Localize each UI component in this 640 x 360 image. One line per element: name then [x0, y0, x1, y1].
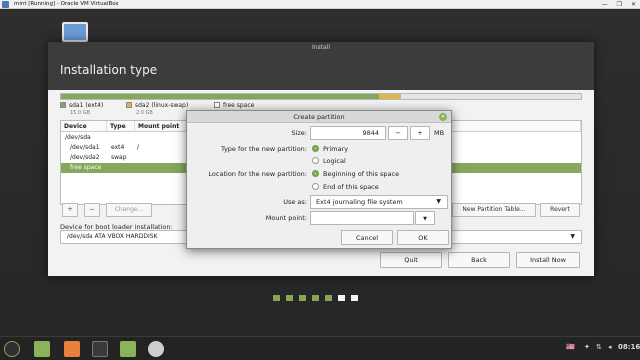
back-button[interactable]: Back [448, 252, 510, 268]
row-device: /dev/sda2 [70, 154, 100, 161]
mount-point-dropdown-button[interactable]: ▼ [415, 211, 435, 225]
legend-size-sda1: 15.0 GB [70, 110, 91, 116]
show-desktop-icon[interactable] [34, 341, 50, 357]
partition-type-label: Type for the new partition: [220, 145, 307, 153]
volume-icon[interactable]: ◂ [608, 343, 612, 351]
radio-unselected-icon [312, 183, 319, 190]
column-header-device[interactable]: Device [61, 121, 107, 132]
firefox-icon[interactable] [64, 341, 80, 357]
disc-icon[interactable] [148, 341, 164, 357]
column-header-type[interactable]: Type [107, 121, 135, 132]
accessibility-icon[interactable]: ✦ [584, 343, 590, 351]
use-as-label: Use as: [283, 198, 307, 206]
install-progress-dots [273, 295, 358, 301]
location-beginning-radio[interactable]: Beginning of this space [312, 170, 399, 178]
maximize-icon[interactable]: ❐ [617, 0, 622, 9]
size-increment-button[interactable]: + [410, 126, 430, 140]
host-window-controls: — ❐ ✕ [602, 0, 636, 9]
install-now-button[interactable]: Install Now [516, 252, 580, 268]
row-device: /dev/sda1 [70, 144, 100, 151]
page-title: Installation type [48, 54, 594, 90]
legend-swatch-free [214, 102, 220, 108]
taskbar: 🇺🇸 ✦ ⇅ ◂ 08:16 [0, 336, 640, 360]
row-type: ext4 [111, 144, 125, 151]
progress-dot-complete [299, 295, 306, 301]
legend-size-sda2: 2.0 GB [136, 110, 153, 116]
legend-swatch-sda2 [126, 102, 132, 108]
dialog-close-icon[interactable]: ✕ [439, 113, 447, 121]
host-titlebar: mint [Running] - Oracle VM VirtualBox — … [0, 0, 640, 9]
legend-swatch-sda1 [60, 102, 66, 108]
size-input[interactable]: 9844 [310, 126, 386, 140]
legend-item-sda1: sda1 (ext4) [60, 102, 103, 109]
progress-dot-complete [286, 295, 293, 301]
host-window-title: mint [Running] - Oracle VM VirtualBox [14, 1, 119, 7]
row-device: free space [70, 164, 102, 171]
terminal-icon[interactable] [92, 341, 108, 357]
partition-bar [60, 93, 582, 100]
partition-location-label: Location for the new partition: [208, 170, 307, 178]
size-unit: MB [434, 129, 445, 137]
add-partition-button[interactable]: + [62, 203, 78, 217]
mount-point-label: Mount point: [265, 214, 307, 222]
clock[interactable]: 08:16 [618, 343, 640, 351]
legend-item-sda2: sda2 (linux-swap) [126, 102, 188, 109]
progress-dot-complete [312, 295, 319, 301]
partition-bar-sda1 [61, 94, 379, 99]
minimize-icon[interactable]: — [602, 0, 608, 9]
partition-bar-sda2 [379, 94, 401, 99]
computer-desktop-icon[interactable] [62, 22, 88, 42]
use-as-select[interactable]: Ext4 journaling file system ▼ [310, 195, 448, 209]
dialog-title: Create partition [187, 111, 451, 123]
progress-dot-complete [273, 295, 280, 301]
size-label: Size: [291, 129, 307, 137]
change-partition-button[interactable]: Change... [106, 203, 152, 217]
use-as-value: Ext4 journaling file system [316, 198, 403, 206]
size-decrement-button[interactable]: − [388, 126, 408, 140]
legend-item-free: free space [214, 102, 254, 109]
mint-menu-icon[interactable] [4, 341, 20, 357]
chevron-down-icon: ▼ [570, 233, 575, 240]
keyboard-layout-flag-icon[interactable]: 🇺🇸 [566, 343, 575, 351]
radio-selected-icon [312, 145, 319, 152]
quit-button[interactable]: Quit [380, 252, 442, 268]
radio-selected-icon [312, 170, 319, 177]
location-end-radio[interactable]: End of this space [312, 183, 379, 191]
row-mount: / [137, 144, 140, 151]
remove-partition-button[interactable]: − [84, 203, 100, 217]
progress-dot-pending [351, 295, 358, 301]
radio-unselected-icon [312, 157, 319, 164]
type-primary-radio[interactable]: Primary [312, 145, 348, 153]
type-logical-radio[interactable]: Logical [312, 157, 346, 165]
row-device: /dev/sda [65, 134, 91, 141]
progress-dot-complete [325, 295, 332, 301]
create-partition-dialog: Create partition ✕ Size: 9844 − + MB Typ… [186, 110, 452, 249]
chevron-down-icon: ▼ [436, 198, 441, 205]
new-partition-table-button[interactable]: New Partition Table... [452, 203, 536, 217]
virtualbox-icon [2, 1, 9, 8]
boot-loader-value: /dev/sda ATA VBOX HARDDISK [67, 233, 158, 240]
network-icon[interactable]: ⇅ [596, 343, 602, 351]
mount-point-input[interactable] [310, 211, 414, 225]
files-icon[interactable] [120, 341, 136, 357]
close-icon[interactable]: ✕ [631, 0, 636, 9]
row-type: swap [111, 154, 127, 161]
progress-dot-pending [338, 295, 345, 301]
ok-button[interactable]: OK [397, 230, 449, 245]
revert-button[interactable]: Revert [540, 203, 580, 217]
cancel-button[interactable]: Cancel [341, 230, 393, 245]
chevron-down-icon: ▼ [423, 216, 427, 222]
installer-window-title: Install [48, 42, 594, 54]
